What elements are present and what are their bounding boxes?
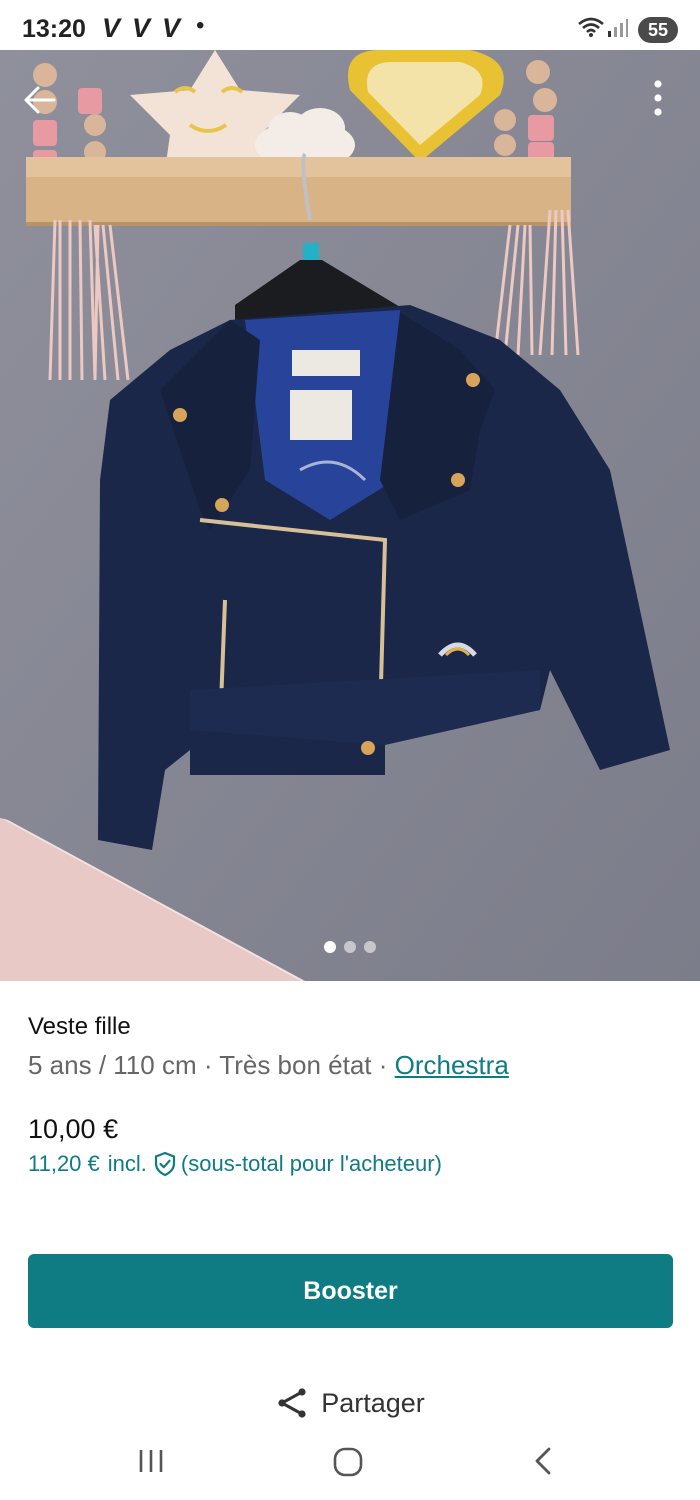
carousel-dot[interactable]: [364, 941, 376, 953]
recent-apps-icon[interactable]: [136, 1446, 166, 1476]
buyer-price: 11,20 €: [28, 1151, 100, 1176]
product-meta: 5 ans / 110 cm · Très bon état · Orchest…: [28, 1050, 509, 1081]
back-arrow-icon[interactable]: [18, 78, 62, 122]
meta-separator: ·: [203, 1050, 213, 1080]
nav-back-icon[interactable]: [530, 1446, 556, 1476]
product-photo-carousel[interactable]: [0, 50, 700, 981]
buyer-price-note: (sous-total pour l'acheteur): [180, 1151, 442, 1176]
carousel-dot[interactable]: [344, 941, 356, 953]
status-time: 13:20: [22, 15, 86, 43]
notification-icon: V: [132, 13, 151, 43]
shield-check-icon: [154, 1151, 176, 1177]
share-icon: [278, 1388, 306, 1418]
wifi-icon: [578, 17, 604, 37]
buyer-price-row[interactable]: 11,20 € incl. (sous-total pour l'acheteu…: [28, 1151, 442, 1177]
signal-icon: [608, 19, 628, 37]
brand-link[interactable]: Orchestra: [395, 1050, 509, 1080]
carousel-dot-active[interactable]: [324, 941, 336, 953]
carousel-indicator: [0, 940, 700, 958]
buyer-price-incl: incl.: [107, 1151, 147, 1176]
product-price: 10,00 €: [28, 1114, 119, 1144]
share-button[interactable]: Partager: [0, 1386, 700, 1420]
share-label: Partager: [321, 1387, 425, 1418]
meta-separator: ·: [378, 1050, 388, 1080]
product-title: Veste fille: [28, 1013, 131, 1040]
product-condition: Très bon état: [219, 1050, 372, 1080]
more-options-icon[interactable]: [640, 76, 676, 120]
notification-icon: V: [162, 13, 181, 43]
status-bar: 13:20 V V V • 55: [0, 0, 700, 50]
booster-button[interactable]: Booster: [28, 1254, 673, 1328]
system-nav-bar: [0, 1424, 700, 1500]
status-dot: •: [196, 12, 205, 39]
product-size: 5 ans / 110 cm: [28, 1050, 197, 1080]
home-icon[interactable]: [332, 1446, 364, 1478]
product-photo: [0, 50, 700, 981]
notification-icon: V: [102, 13, 121, 43]
battery-indicator: 55: [638, 17, 678, 43]
